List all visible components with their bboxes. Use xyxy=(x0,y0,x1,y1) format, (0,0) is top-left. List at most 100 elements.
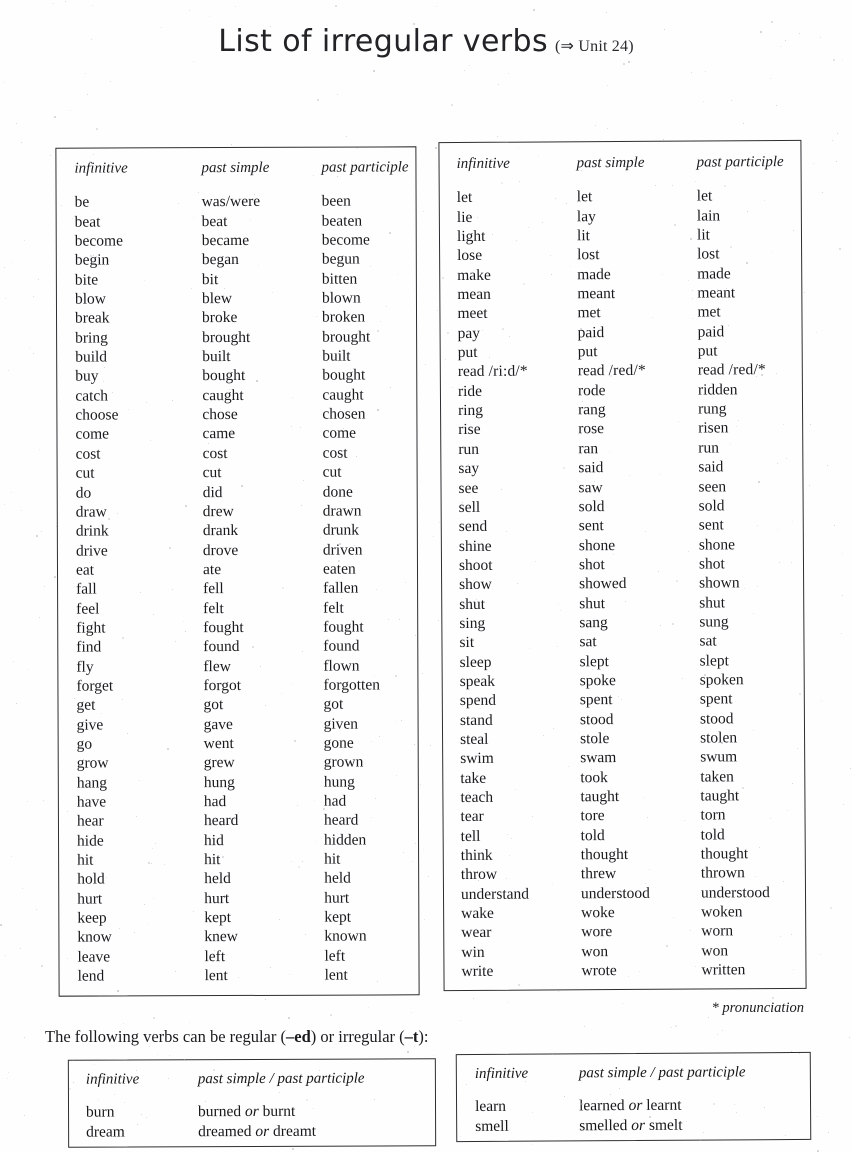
regular-or-irregular-note: The following verbs can be regular (–ed)… xyxy=(45,1027,429,1047)
regular-note-part1: The following verbs can be regular ( xyxy=(45,1027,286,1046)
cell-past-simple: forgot xyxy=(203,676,242,695)
cell-past-simple: found xyxy=(203,638,240,656)
cell-past-simple: broke xyxy=(201,309,238,327)
cell-past-participle: stood xyxy=(699,709,734,728)
table-row: teach taught taught xyxy=(443,786,804,808)
cell-infinitive: get xyxy=(76,696,96,714)
cell-past-participle: thrown xyxy=(700,864,745,882)
table-row: pay paid paid xyxy=(441,322,802,344)
cell-alternative-forms: dreamed or dreamt xyxy=(198,1122,317,1141)
cell-past-participle: hidden xyxy=(323,831,367,849)
cell-past-simple: bought xyxy=(202,367,246,385)
cell-past-participle: lain xyxy=(696,207,721,225)
cell-infinitive: win xyxy=(461,943,485,961)
cell-past-participle: begun xyxy=(321,250,360,269)
cell-past-simple: fought xyxy=(203,618,244,637)
regular-note-suffix-t: –t xyxy=(404,1027,419,1046)
cell-infinitive: shoot xyxy=(458,556,493,574)
cell-past-simple: felt xyxy=(203,599,224,617)
cell-past-simple: had xyxy=(203,793,227,811)
table-row: hold held held xyxy=(59,869,418,890)
cell-infinitive: stand xyxy=(459,711,493,729)
cell-past-participle: done xyxy=(322,483,353,501)
table-header-row: infinitive past simple past participle xyxy=(439,153,800,189)
table-row: tell told told xyxy=(444,825,805,847)
cell-infinitive: buy xyxy=(75,367,99,386)
table-row: read /ri:d/* read /red/* read /red/* xyxy=(441,360,802,382)
cell-past-participle: rung xyxy=(697,400,727,418)
cell-past-participle: left xyxy=(324,947,346,965)
table-row: begin began begun xyxy=(57,250,416,271)
cell-alternative-forms: burned or burnt xyxy=(198,1102,296,1121)
cell-past-simple: spent xyxy=(579,691,613,709)
cell-past-simple: drove xyxy=(202,541,239,559)
cell-past-simple: woke xyxy=(581,904,615,922)
cell-infinitive: find xyxy=(76,638,102,656)
cell-past-simple: got xyxy=(203,696,224,714)
cell-past-simple: saw xyxy=(578,478,603,496)
table-row: beat beat beaten xyxy=(57,211,416,232)
column-header-past-participle: past participle xyxy=(696,154,784,171)
cell-past-participle: taught xyxy=(700,787,740,805)
cell-infinitive: mean xyxy=(457,285,491,304)
table-row: fight fought fought xyxy=(58,617,417,638)
cell-infinitive: dream xyxy=(86,1123,125,1141)
cell-past-simple: sang xyxy=(579,613,608,632)
cell-past-participle: made xyxy=(697,265,731,283)
table-row: catch caught caught xyxy=(57,385,416,406)
cell-past-participle: said xyxy=(698,458,724,476)
cell-past-simple: rang xyxy=(577,401,606,419)
column-header-past-participle: past participle xyxy=(321,159,409,176)
or-conjunction: or xyxy=(631,1116,646,1135)
cell-past-simple: stood xyxy=(579,710,614,728)
cell-past-simple: swam xyxy=(580,749,617,767)
cell-past-participle: lit xyxy=(696,226,710,244)
cell-past-participle: come xyxy=(322,425,357,443)
cell-past-participle: taken xyxy=(700,767,734,786)
table-row: say said said xyxy=(441,457,802,479)
cell-past-participle: lost xyxy=(697,245,720,263)
cell-past-simple: fell xyxy=(203,580,224,598)
cell-infinitive: sing xyxy=(459,614,486,632)
pronunciation-marker: /red/* xyxy=(604,362,646,380)
cell-past-simple: gave xyxy=(203,715,233,733)
cell-past-participle: kept xyxy=(324,908,352,926)
verb-table-right-body: let let let lie lay lain light lit lit lose lost lo… xyxy=(440,186,806,981)
verb-table-right: infinitive past simple past participle l… xyxy=(439,153,805,982)
cell-past-participle: known xyxy=(324,927,367,946)
table-row: become became become xyxy=(57,230,416,251)
table-row: know knew known xyxy=(59,927,418,948)
cell-infinitive: leave xyxy=(77,948,111,966)
cell-infinitive: throw xyxy=(460,866,498,884)
cell-infinitive: meet xyxy=(457,305,488,323)
cell-infinitive: come xyxy=(75,425,110,444)
page-title-unit-ref: (⇒ Unit 24) xyxy=(555,38,634,55)
table-row: burn burned or burnt xyxy=(69,1101,435,1122)
cell-past-participle: sold xyxy=(698,497,725,515)
table-header-row: infinitive past simple / past participle xyxy=(69,1068,435,1102)
table-row: learn learned or learnt xyxy=(457,1095,810,1117)
cell-past-simple: put xyxy=(577,343,598,361)
cell-past-simple: paid xyxy=(577,323,605,342)
cell-past-participle: given xyxy=(323,715,359,733)
cell-past-participle: risen xyxy=(698,419,729,438)
cell-infinitive: feel xyxy=(76,600,100,618)
cell-infinitive: steal xyxy=(460,730,489,748)
page-title: List of irregular verbs (⇒ Unit 24) xyxy=(0,24,852,59)
cell-infinitive: send xyxy=(458,518,488,536)
cell-past-participle: become xyxy=(321,231,370,249)
cell-infinitive: run xyxy=(458,440,480,458)
table-row: put put put xyxy=(441,341,802,363)
table-header-row: infinitive past simple / past participle xyxy=(457,1062,810,1097)
cell-past-simple: drank xyxy=(202,522,239,540)
table-row: hurt hurt hurt xyxy=(59,888,418,909)
table-row: think thought thought xyxy=(444,844,805,866)
cell-past-simple: wrote xyxy=(581,962,617,980)
table-row: hit hit hit xyxy=(59,849,418,870)
cell-past-simple: understood xyxy=(580,884,650,902)
cell-past-simple: meant xyxy=(577,285,616,303)
cell-past-simple: flew xyxy=(203,657,231,675)
cell-infinitive: drive xyxy=(75,542,108,560)
table-row: speak spoke spoken xyxy=(443,670,804,692)
table-row: send sent sent xyxy=(442,515,803,537)
